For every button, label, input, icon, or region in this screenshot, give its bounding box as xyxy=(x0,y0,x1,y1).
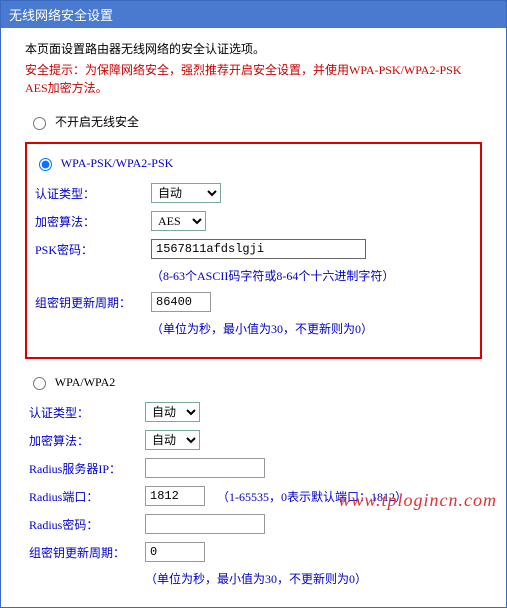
wpa-radius-ip-input[interactable] xyxy=(145,458,265,478)
wpa-psk-key-label: PSK密码： xyxy=(31,241,151,258)
wpa-psk-group-input[interactable] xyxy=(151,292,211,312)
wpa-auth-select[interactable]: 自动 xyxy=(145,402,200,422)
wpa-psk-enc-label: 加密算法： xyxy=(31,213,151,230)
wpa-radius-port-input[interactable] xyxy=(145,486,205,506)
wpa-label: WPA/WPA2 xyxy=(55,375,115,389)
wpa-group-hint: （单位为秒，最小值为30，不更新则为0） xyxy=(145,570,482,587)
intro-text: 本页面设置路由器无线网络的安全认证选项。 xyxy=(25,40,482,57)
wpa-group-input[interactable] xyxy=(145,542,205,562)
watermark-text: www.tplogincn.com xyxy=(338,490,497,511)
wpa-psk-radio[interactable] xyxy=(39,158,52,171)
wpa-enc-select[interactable]: 自动 xyxy=(145,430,200,450)
no-security-radio[interactable] xyxy=(33,117,46,130)
wpa-radius-pwd-label: Radius密码： xyxy=(25,516,145,533)
wpa-psk-label: WPA-PSK/WPA2-PSK xyxy=(61,156,173,170)
wpa-psk-group-hint: （单位为秒，最小值为30，不更新则为0） xyxy=(151,320,476,337)
wpa-option: WPA/WPA2 xyxy=(33,375,482,390)
no-security-label: 不开启无线安全 xyxy=(55,115,139,129)
wpa-group-label: 组密钥更新周期： xyxy=(25,544,145,561)
wpa-radio[interactable] xyxy=(33,377,46,390)
wpa-radius-ip-label: Radius服务器IP： xyxy=(25,460,145,477)
wpa-psk-group-label: 组密钥更新周期： xyxy=(31,294,151,311)
wpa-group-row: 组密钥更新周期： xyxy=(25,542,482,562)
security-warning: 安全提示：为保障网络安全，强烈推荐开启安全设置，并使用WPA-PSK/WPA2-… xyxy=(25,61,482,97)
wpa-psk-auth-select[interactable]: 自动 xyxy=(151,183,221,203)
settings-panel: 无线网络安全设置 本页面设置路由器无线网络的安全认证选项。 安全提示：为保障网络… xyxy=(0,0,507,608)
wpa-psk-key-hint: （8-63个ASCII码字符或8-64个十六进制字符） xyxy=(151,267,476,284)
wpa-psk-enc-row: 加密算法： AES xyxy=(31,211,476,231)
panel-content: 本页面设置路由器无线网络的安全认证选项。 安全提示：为保障网络安全，强烈推荐开启… xyxy=(1,28,506,607)
wpa-psk-section: WPA-PSK/WPA2-PSK 认证类型： 自动 加密算法： AES PSK密… xyxy=(25,142,482,359)
panel-header: 无线网络安全设置 xyxy=(1,1,506,28)
wpa-enc-label: 加密算法： xyxy=(25,432,145,449)
no-security-option: 不开启无线安全 xyxy=(33,113,482,130)
wpa-psk-key-input[interactable] xyxy=(151,239,366,259)
wpa-psk-option: WPA-PSK/WPA2-PSK xyxy=(39,156,476,171)
wpa-radius-port-label: Radius端口： xyxy=(25,488,145,505)
wpa-psk-enc-select[interactable]: AES xyxy=(151,211,206,231)
wpa-psk-group-row: 组密钥更新周期： xyxy=(31,292,476,312)
wpa-psk-key-row: PSK密码： xyxy=(31,239,476,259)
panel-title: 无线网络安全设置 xyxy=(9,8,113,23)
wpa-auth-label: 认证类型： xyxy=(25,404,145,421)
wpa-enc-row: 加密算法： 自动 xyxy=(25,430,482,450)
wpa-psk-auth-label: 认证类型： xyxy=(31,185,151,202)
wpa-radius-pwd-row: Radius密码： xyxy=(25,514,482,534)
wpa-radius-pwd-input[interactable] xyxy=(145,514,265,534)
wpa-auth-row: 认证类型： 自动 xyxy=(25,402,482,422)
wpa-psk-auth-row: 认证类型： 自动 xyxy=(31,183,476,203)
wpa-radius-ip-row: Radius服务器IP： xyxy=(25,458,482,478)
